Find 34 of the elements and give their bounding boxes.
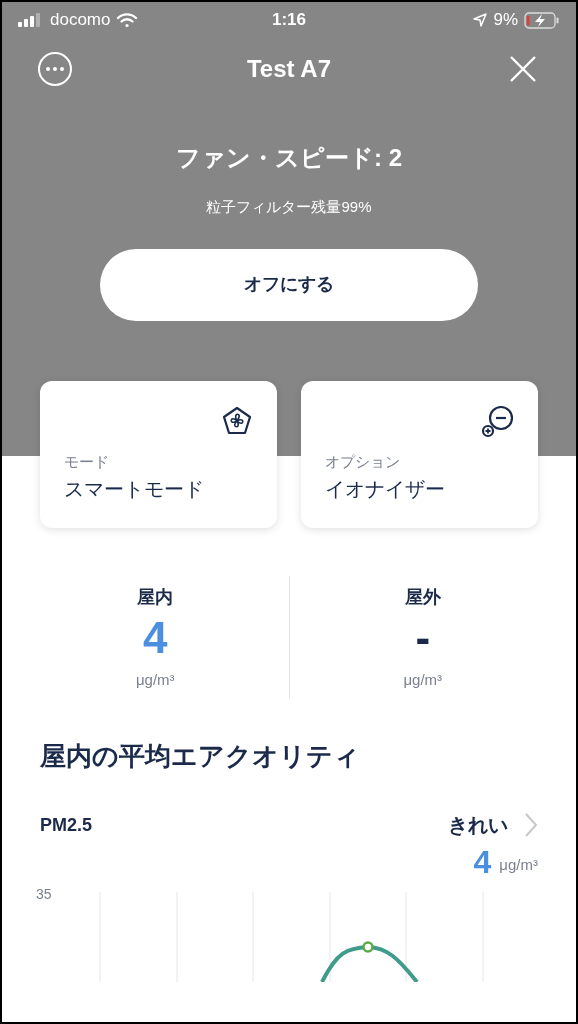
filter-remaining: 粒子フィルター残量99%	[206, 197, 372, 217]
chevron-right-icon	[524, 812, 538, 838]
close-icon	[509, 55, 537, 83]
reading-label: 屋外	[404, 585, 441, 609]
reading-unit: μg/m³	[135, 669, 175, 690]
reading-label: 屋内	[137, 585, 174, 609]
more-icon	[46, 67, 64, 71]
battery-percent: 9%	[493, 9, 518, 32]
current-unit: μg/m³	[499, 854, 538, 875]
clock-time: 1:16	[272, 9, 306, 32]
reading-value: -	[415, 611, 431, 664]
card-label: オプション	[325, 452, 401, 472]
reading-value: 4	[143, 611, 168, 664]
fan-icon	[221, 404, 253, 437]
air-status-link[interactable]: きれい	[448, 810, 538, 840]
wifi-icon	[116, 12, 139, 28]
battery-charging-icon	[524, 11, 560, 29]
card-value: イオナイザー	[325, 476, 446, 502]
card-value: スマートモード	[64, 476, 205, 502]
turn-off-button[interactable]: オフにする	[100, 248, 478, 321]
current-value: 4	[473, 844, 492, 880]
option-card[interactable]: モード スマートモード	[40, 380, 277, 528]
metric-name: PM2.5	[40, 813, 93, 837]
fan-speed: ファン・スピード: 2	[176, 143, 402, 173]
ionizer-icon	[480, 404, 514, 439]
section-title: 屋内の平均エアクオリティ	[39, 740, 361, 773]
reading-unit: μg/m³	[403, 669, 443, 690]
device-title: Test A7	[247, 54, 331, 84]
location-arrow-icon	[473, 13, 488, 27]
axis-label: 35	[36, 885, 52, 904]
option-card[interactable]: オプション イオナイザー	[301, 380, 538, 528]
carrier-name: docomo	[50, 9, 111, 32]
card-label: モード	[64, 452, 110, 472]
more-options-button[interactable]	[38, 52, 72, 86]
